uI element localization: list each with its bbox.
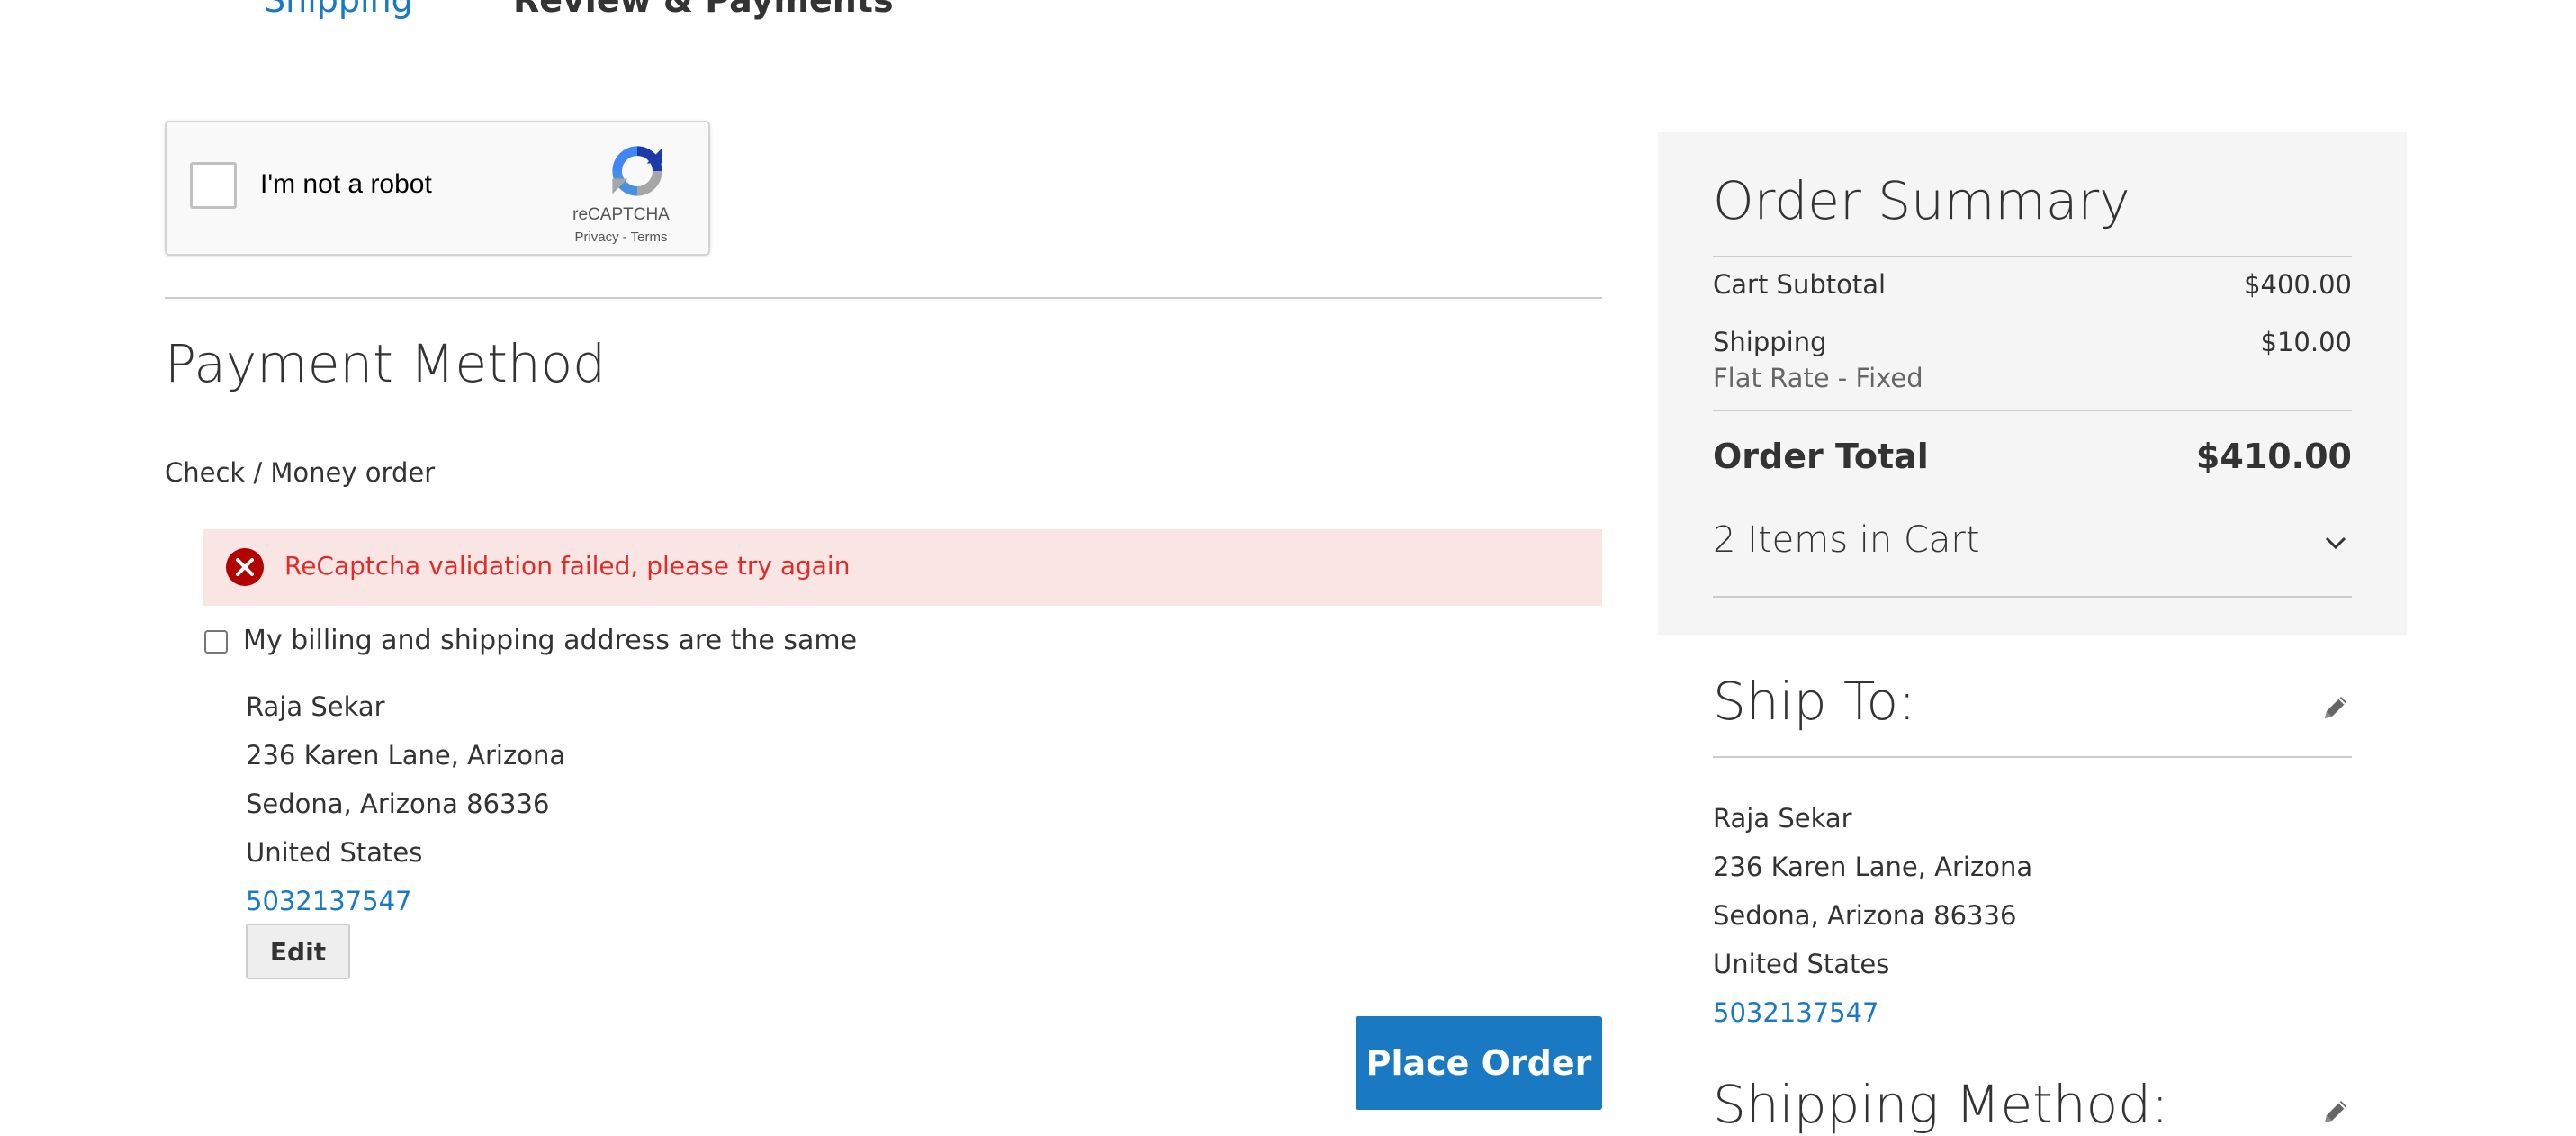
recaptcha-logo-icon <box>612 146 662 196</box>
summary-divider <box>1713 256 2352 257</box>
recaptcha-brand: reCAPTCHA <box>572 205 670 224</box>
order-total-label: Order Total <box>1713 437 1929 476</box>
shipping-method-name: Flat Rate - Fixed <box>1713 363 1923 393</box>
ship-to-phone-link[interactable]: 5032137547 <box>1713 988 2032 1037</box>
cart-subtotal-value: $400.00 <box>2244 269 2352 300</box>
shipping-method-title: Shipping Method: <box>1713 1074 2169 1135</box>
error-message: ReCaptcha validation failed, please try … <box>203 529 1602 606</box>
billing-address-country: United States <box>246 837 423 868</box>
ship-to-street: 236 Karen Lane, Arizona <box>1713 852 2033 882</box>
items-in-cart-label: 2 Items in Cart <box>1713 519 1980 561</box>
edit-ship-to-pencil-icon[interactable] <box>2320 692 2351 723</box>
billing-address: Raja Sekar 236 Karen Lane, Arizona Sedon… <box>246 682 565 925</box>
recaptcha-checkbox[interactable] <box>190 162 237 209</box>
step-review-payments: Review & Payments <box>513 0 894 20</box>
billing-same-as-shipping-label[interactable]: My billing and shipping address are the … <box>243 625 857 656</box>
recaptcha-privacy-terms-links[interactable]: Privacy - Terms <box>554 230 689 245</box>
ship-to-name: Raja Sekar <box>1713 803 1852 834</box>
edit-billing-address-button[interactable]: Edit <box>246 924 350 979</box>
order-total-value: $410.00 <box>2195 437 2352 476</box>
shipping-value: $10.00 <box>2260 327 2352 357</box>
billing-address-city: Sedona, Arizona 86336 <box>246 789 550 819</box>
billing-address-street: 236 Karen Lane, Arizona <box>246 740 566 771</box>
shipping-label: Shipping <box>1713 327 1827 357</box>
cart-subtotal-label: Cart Subtotal <box>1713 269 1887 300</box>
payment-method-name: Check / Money order <box>165 457 436 488</box>
summary-divider <box>1713 410 2352 411</box>
chevron-down-icon <box>2325 536 2346 550</box>
billing-same-as-shipping-checkbox[interactable] <box>204 630 228 654</box>
items-in-cart-toggle[interactable]: 2 Items in Cart <box>1713 519 2352 582</box>
billing-address-phone-link[interactable]: 5032137547 <box>246 877 565 925</box>
error-message-text: ReCaptcha validation failed, please try … <box>284 551 851 581</box>
summary-divider <box>1713 596 2352 598</box>
ship-to-divider <box>1713 756 2352 758</box>
payment-method-title: Payment Method <box>165 333 606 394</box>
edit-shipping-method-pencil-icon[interactable] <box>2320 1096 2351 1127</box>
ship-to-address: Raja Sekar 236 Karen Lane, Arizona Sedon… <box>1713 794 2032 1037</box>
error-circle-icon <box>226 548 264 586</box>
ship-to-country: United States <box>1713 949 1890 979</box>
place-order-button[interactable]: Place Order <box>1356 1016 1602 1110</box>
recaptcha-widget: I'm not a robot reCAPTCHA Privacy - Term… <box>165 121 710 256</box>
section-divider <box>165 297 1602 299</box>
billing-address-name: Raja Sekar <box>246 691 385 722</box>
order-summary: Order Summary Cart Subtotal $400.00 Ship… <box>1658 132 2407 635</box>
ship-to-title: Ship To: <box>1713 671 1916 732</box>
step-shipping[interactable]: Shipping <box>264 0 413 20</box>
ship-to-city: Sedona, Arizona 86336 <box>1713 900 2017 931</box>
recaptcha-label: I'm not a robot <box>260 169 432 199</box>
checkout-page: Shipping Review & Payments I'm not a rob… <box>0 0 2576 1136</box>
order-summary-title: Order Summary <box>1713 170 2130 231</box>
